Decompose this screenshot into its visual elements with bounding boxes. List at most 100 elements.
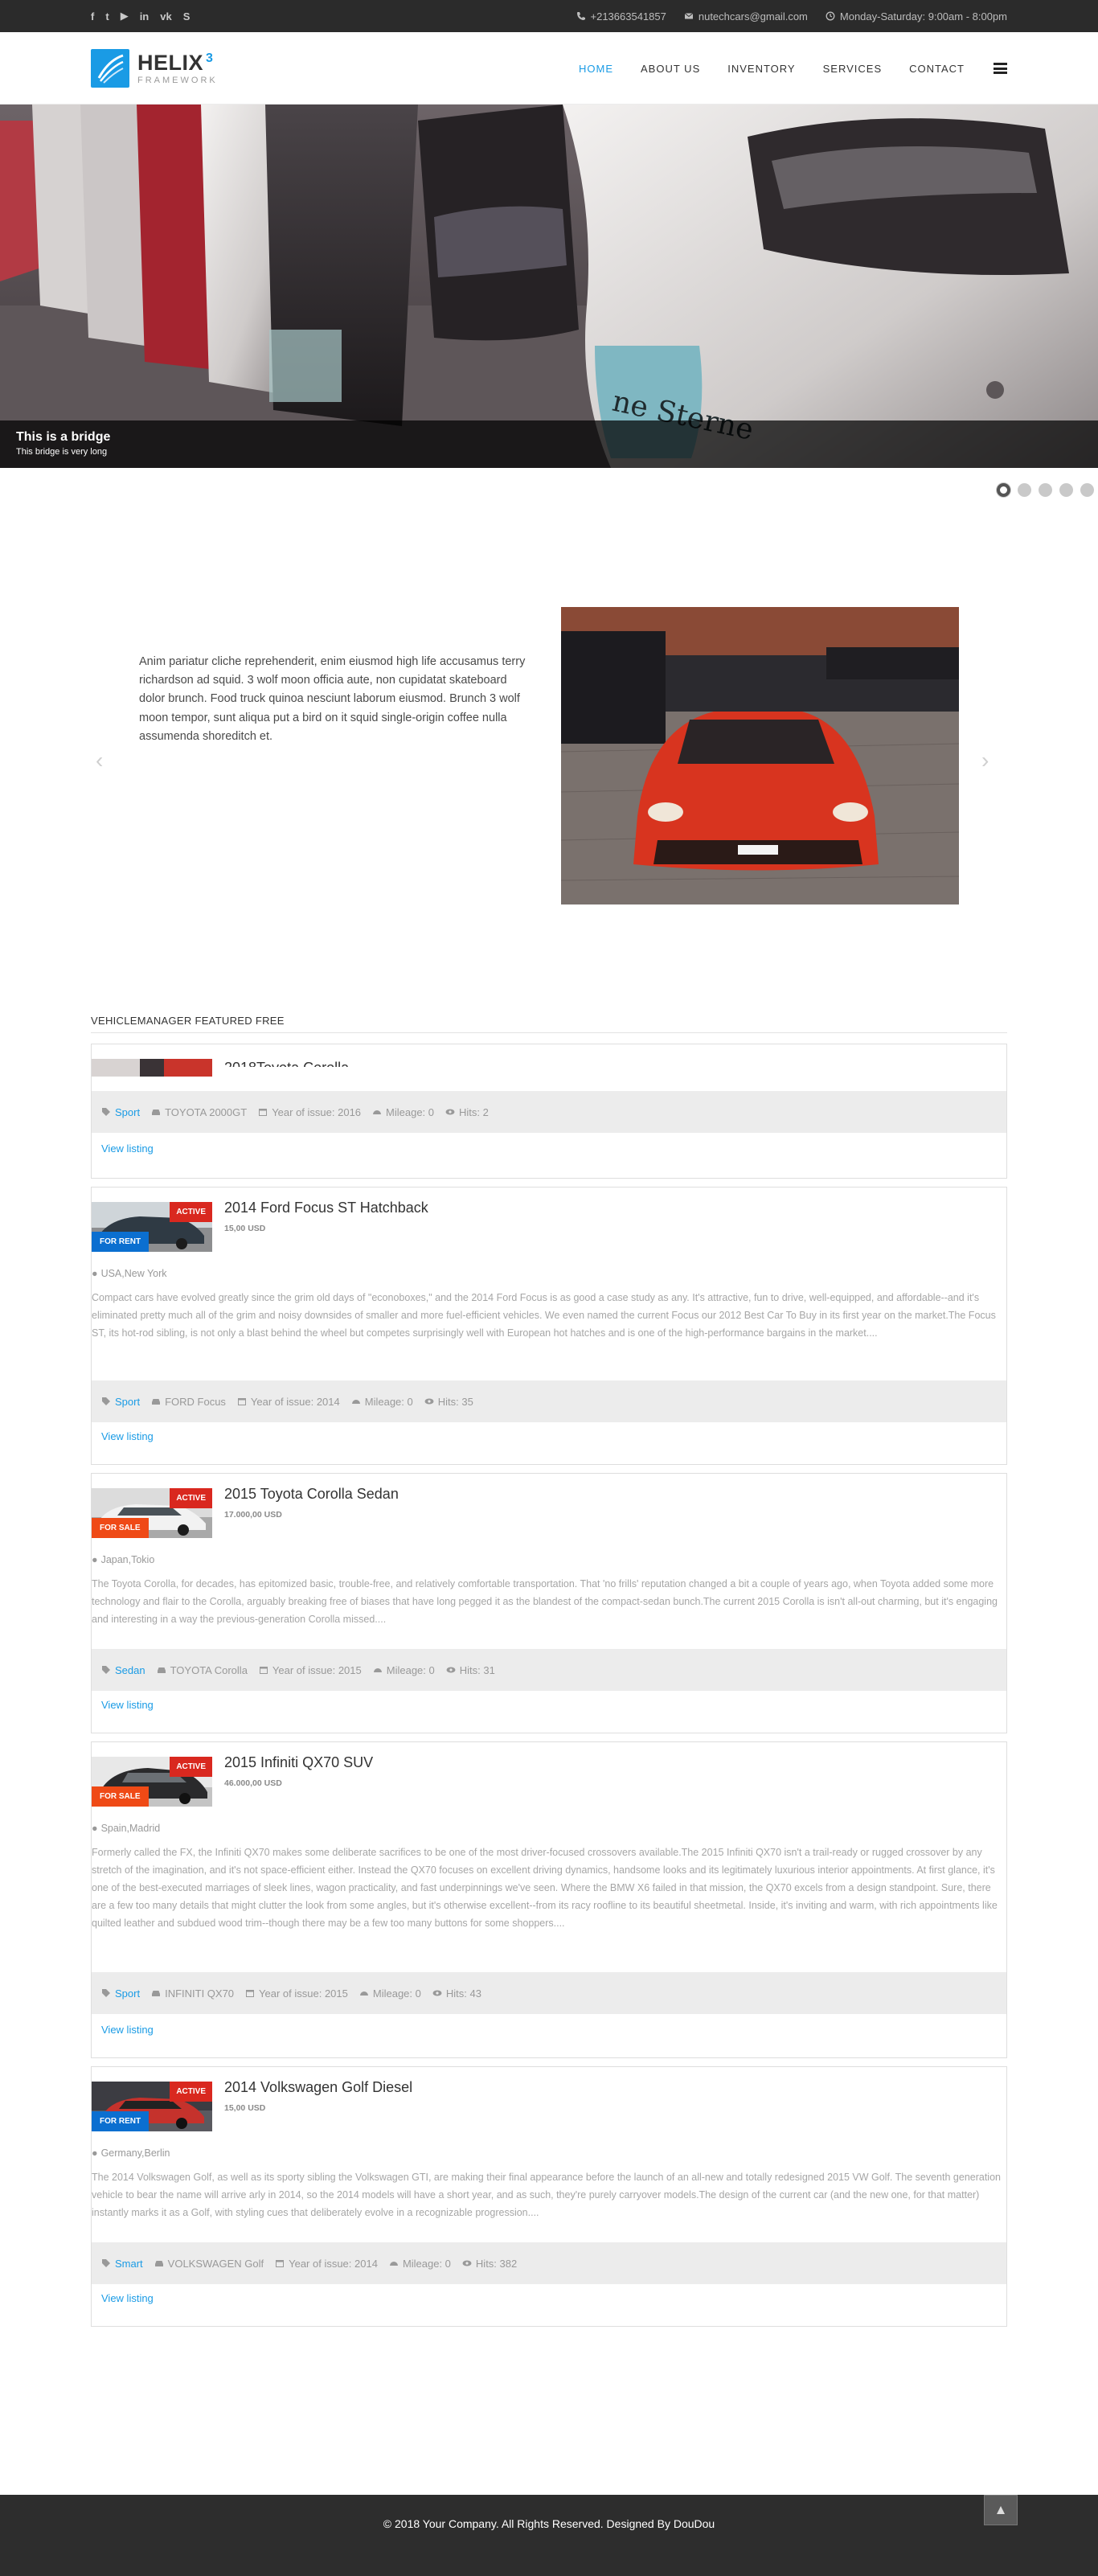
dashboard-icon xyxy=(373,1668,382,1672)
youtube-icon[interactable]: ▶ xyxy=(121,10,129,23)
dashboard-icon xyxy=(351,1400,360,1404)
calendar-icon xyxy=(237,1398,246,1405)
listing-meta-bar: Sedan TOYOTA Corolla Year of issue: 2015… xyxy=(92,1649,1006,1691)
intro-text: Anim pariatur cliche reprehenderit, enim… xyxy=(139,655,526,743)
intro-prev-arrow[interactable]: ‹ xyxy=(96,748,103,773)
listing-category: Sport xyxy=(115,1987,141,2000)
offer-badge: FOR RENT xyxy=(92,1232,150,1252)
view-listing-link[interactable]: View listing xyxy=(101,2024,154,2036)
social-links: f t ▶ in vk S xyxy=(91,0,190,32)
listing-meta-bar: Sport TOYOTA 2000GT Year of issue: 2016 … xyxy=(92,1091,1006,1133)
listing-card: ACTIVE FOR RENT 2014 Volkswagen Golf Die… xyxy=(91,2066,1007,2327)
listing-title[interactable]: 2014 Volkswagen Golf Diesel xyxy=(224,2079,412,2096)
email-contact[interactable]: nutechcars@gmail.com xyxy=(684,10,808,23)
intro-next-arrow[interactable]: › xyxy=(981,748,989,773)
listing-model: TOYOTA 2000GT xyxy=(165,1105,248,1118)
view-listing-link[interactable]: View listing xyxy=(101,2292,154,2304)
calendar-icon xyxy=(276,2260,285,2267)
listing-hits: Hits: 35 xyxy=(437,1395,473,1408)
skype-icon[interactable]: S xyxy=(183,10,191,23)
offcanvas-menu-icon[interactable] xyxy=(994,63,1007,74)
listing-card: ACTIVE FOR RENT 2014 Ford Focus ST Hatch… xyxy=(91,1187,1007,1465)
listing-title[interactable]: 2015 Infiniti QX70 SUV xyxy=(224,1754,373,1771)
listing-thumbnail[interactable]: ACTIVE FOR RENT xyxy=(92,1202,212,1252)
listing-meta-bar: Sport FORD Focus Year of issue: 2014 Mil… xyxy=(92,1380,1006,1422)
main-nav: Home About Us Inventory Services Contact xyxy=(579,32,1007,105)
car-icon xyxy=(157,1667,166,1673)
view-listing-link[interactable]: View listing xyxy=(101,1430,154,1442)
dashboard-icon xyxy=(373,1110,382,1114)
nav-home[interactable]: Home xyxy=(579,63,613,75)
listing-hits: Hits: 382 xyxy=(475,2257,518,2270)
listing-price: 15,00 USD xyxy=(224,1224,266,1233)
listing-hits: Hits: 31 xyxy=(459,1663,495,1676)
map-marker-icon: ● xyxy=(92,2147,98,2159)
calendar-icon xyxy=(259,1667,268,1674)
logo-name: HELIX xyxy=(137,50,204,75)
listing-mileage: Mileage: 0 xyxy=(386,1105,435,1118)
module-title: VEHICLEMANAGER FEATURED FREE xyxy=(91,1015,285,1027)
car-icon xyxy=(154,2261,163,2266)
nav-contact[interactable]: Contact xyxy=(909,63,965,75)
listing-price: 15,00 USD xyxy=(224,2103,266,2113)
copyright-text: © 2018 Your Company. All Rights Reserved… xyxy=(383,2517,715,2530)
listing-category: Sport xyxy=(115,1105,141,1118)
listing-category: Sedan xyxy=(115,1663,145,1676)
status-badge: ACTIVE xyxy=(170,1488,212,1508)
module-divider xyxy=(91,1032,1007,1033)
hero-caption: This is a bridge This bridge is very lon… xyxy=(0,420,1098,468)
listing-title[interactable]: 2015 Toyota Corolla Sedan xyxy=(224,1486,399,1503)
view-listing-link[interactable]: View listing xyxy=(101,1699,154,1711)
listing-location: ● Spain,Madrid xyxy=(92,1823,161,1834)
site-logo[interactable]: HELIX 3 FRAMEWORK xyxy=(91,48,218,88)
listing-title[interactable]: 2014 Ford Focus ST Hatchback xyxy=(224,1200,428,1216)
listing-model: INFINITI QX70 xyxy=(165,1987,235,2000)
intro-slider: ‹ Anim pariatur cliche reprehenderit, en… xyxy=(91,603,1007,909)
map-marker-icon: ● xyxy=(92,1554,98,1565)
nav-inventory[interactable]: Inventory xyxy=(727,63,795,75)
listing-hits: Hits: 2 xyxy=(459,1105,489,1118)
eye-icon xyxy=(462,2260,472,2266)
tag-icon xyxy=(102,1108,110,1116)
clock-icon xyxy=(826,11,835,21)
listing-mileage: Mileage: 0 xyxy=(386,1663,435,1676)
eye-icon xyxy=(432,1990,442,1996)
tag-icon xyxy=(102,1397,110,1405)
hero-slider: ne Sterne This is a bridge This bridge i… xyxy=(0,105,1098,468)
slider-dot-4[interactable] xyxy=(1059,483,1073,497)
listing-thumbnail[interactable]: ACTIVE FOR RENT xyxy=(92,2082,212,2131)
view-listing-link[interactable]: View listing xyxy=(101,1142,154,1155)
listing-card: ACTIVE FOR SALE 2015 Infiniti QX70 SUV 4… xyxy=(91,1741,1007,2058)
listing-price: 46.000,00 USD xyxy=(224,1778,282,1788)
offer-badge: FOR SALE xyxy=(92,1786,149,1807)
nav-about-us[interactable]: About Us xyxy=(641,63,700,75)
listing-hits: Hits: 43 xyxy=(445,1987,481,2000)
slider-dot-5[interactable] xyxy=(1080,483,1094,497)
facebook-icon[interactable]: f xyxy=(91,10,94,23)
listing-card: 2018Toyota Corolla Sport TOYOTA 2000GT Y… xyxy=(91,1044,1007,1179)
site-header: HELIX 3 FRAMEWORK Home About Us Inventory… xyxy=(0,32,1098,105)
listing-meta-bar: Sport INFINITI QX70 Year of issue: 2015 … xyxy=(92,1972,1006,2014)
nav-services[interactable]: Services xyxy=(823,63,883,75)
listing-thumbnail[interactable]: ACTIVE FOR SALE xyxy=(92,1757,212,1807)
phone-icon xyxy=(576,12,585,20)
slider-dot-3[interactable] xyxy=(1039,483,1052,497)
listing-thumbnail[interactable]: ACTIVE FOR SALE xyxy=(92,1488,212,1538)
linkedin-icon[interactable]: in xyxy=(140,10,150,23)
envelope-icon xyxy=(684,13,694,19)
map-marker-icon: ● xyxy=(92,1268,98,1279)
logo-mark-icon xyxy=(91,49,129,88)
listing-description: Compact cars have evolved greatly since … xyxy=(92,1292,996,1339)
status-badge: ACTIVE xyxy=(170,2082,212,2102)
listing-thumbnail[interactable] xyxy=(92,1059,212,1077)
slider-dot-1[interactable] xyxy=(997,483,1010,497)
vk-icon[interactable]: vk xyxy=(160,10,171,23)
slider-dot-2[interactable] xyxy=(1018,483,1031,497)
listing-title[interactable]: 2018Toyota Corolla xyxy=(224,1056,349,1067)
listing-model: TOYOTA Corolla xyxy=(170,1663,248,1676)
logo-subtitle: FRAMEWORK xyxy=(137,75,218,85)
twitter-icon[interactable]: t xyxy=(105,10,109,23)
phone-contact[interactable]: +213663541857 xyxy=(576,10,666,23)
car-icon xyxy=(152,1991,161,1996)
eye-icon xyxy=(445,1109,455,1115)
